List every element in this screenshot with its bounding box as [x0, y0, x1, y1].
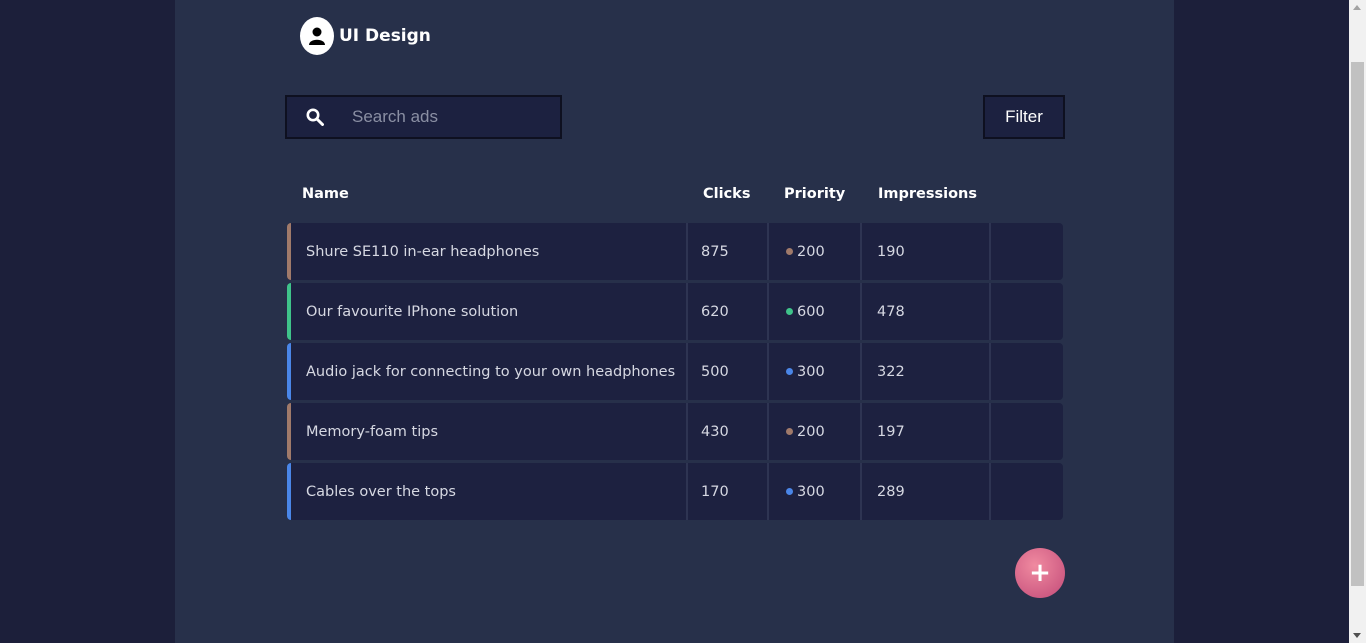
cell-clicks: 875	[686, 223, 767, 280]
page-container: UI Design Filter Name Clicks Priority Im…	[175, 0, 1174, 643]
cell-impressions: 197	[860, 403, 989, 460]
table-row[interactable]: Cables over the tops 170 300 289	[287, 463, 1063, 520]
filter-button[interactable]: Filter	[983, 95, 1065, 139]
brand: UI Design	[300, 17, 431, 55]
scrollbar-thumb[interactable]	[1351, 62, 1364, 586]
cell-actions[interactable]	[989, 463, 1063, 520]
scroll-up-icon[interactable]	[1353, 5, 1361, 10]
cell-name: Our favourite IPhone solution	[306, 303, 519, 320]
table-row[interactable]: Audio jack for connecting to your own he…	[287, 343, 1063, 400]
priority-value: 300	[797, 363, 825, 380]
table-header: Name Clicks Priority Impressions	[285, 186, 1063, 208]
priority-value: 600	[797, 303, 825, 320]
cell-priority: 300	[767, 463, 860, 520]
scrollbar[interactable]	[1349, 0, 1366, 643]
cell-name: Shure SE110 in-ear headphones	[306, 243, 540, 260]
cell-name: Audio jack for connecting to your own he…	[306, 363, 676, 380]
cell-actions[interactable]	[989, 223, 1063, 280]
add-ad-button[interactable]: +	[1015, 548, 1065, 598]
column-header-priority[interactable]: Priority	[784, 186, 845, 202]
cell-priority: 600	[767, 283, 860, 340]
cell-impressions: 190	[860, 223, 989, 280]
table-row[interactable]: Our favourite IPhone solution 620 600 47…	[287, 283, 1063, 340]
cell-clicks: 500	[686, 343, 767, 400]
cell-priority: 200	[767, 403, 860, 460]
scroll-down-icon[interactable]	[1353, 633, 1361, 638]
cell-clicks: 170	[686, 463, 767, 520]
cell-name: Memory-foam tips	[306, 423, 439, 440]
priority-dot-icon	[786, 488, 793, 495]
cell-actions[interactable]	[989, 343, 1063, 400]
cell-impressions: 289	[860, 463, 989, 520]
search-icon	[287, 108, 343, 126]
cell-impressions: 322	[860, 343, 989, 400]
priority-value: 200	[797, 243, 825, 260]
cell-priority: 200	[767, 223, 860, 280]
column-header-impressions[interactable]: Impressions	[878, 186, 977, 202]
cell-impressions: 478	[860, 283, 989, 340]
brand-title: UI Design	[339, 26, 431, 46]
priority-dot-icon	[786, 248, 793, 255]
cell-clicks: 620	[686, 283, 767, 340]
user-icon[interactable]	[300, 17, 334, 55]
search-box[interactable]	[285, 95, 562, 139]
column-header-clicks[interactable]: Clicks	[703, 186, 750, 202]
priority-dot-icon	[786, 368, 793, 375]
table-body: Shure SE110 in-ear headphones 875 200 19…	[287, 223, 1063, 523]
column-header-name[interactable]: Name	[302, 186, 349, 202]
table-row[interactable]: Shure SE110 in-ear headphones 875 200 19…	[287, 223, 1063, 280]
search-input[interactable]	[352, 107, 552, 127]
cell-name: Cables over the tops	[306, 483, 456, 500]
cell-actions[interactable]	[989, 403, 1063, 460]
priority-dot-icon	[786, 308, 793, 315]
priority-value: 200	[797, 423, 825, 440]
cell-priority: 300	[767, 343, 860, 400]
priority-value: 300	[797, 483, 825, 500]
table-row[interactable]: Memory-foam tips 430 200 197	[287, 403, 1063, 460]
priority-dot-icon	[786, 428, 793, 435]
cell-actions[interactable]	[989, 283, 1063, 340]
cell-clicks: 430	[686, 403, 767, 460]
